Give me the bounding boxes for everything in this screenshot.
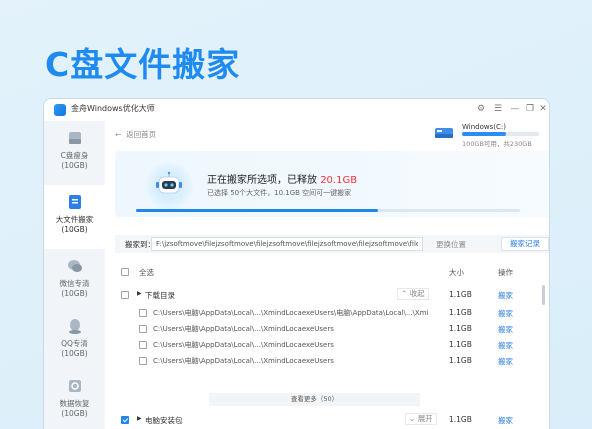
- back-label: 返回首页: [126, 130, 157, 139]
- app-window: 金舟Windows优化大师 ⚙ ☰ — ❐ ✕ C盘瘦身 (10GB) 大文件搬…: [43, 98, 550, 429]
- file-checkbox[interactable]: [139, 341, 147, 349]
- disk-info: 100GB可用，共230GB: [462, 140, 532, 148]
- wechat-clean-icon: [67, 260, 82, 272]
- status-subtext: 已选择 50个大文件，10.1GB 空间可一键搬家: [207, 189, 352, 197]
- move-progress-fill: [136, 209, 378, 212]
- file-checkbox[interactable]: [139, 325, 147, 333]
- sidebar: C盘瘦身 (10GB) 大文件搬家 (10GB) 微信专清 (10GB) QQ专…: [44, 121, 105, 429]
- move-button[interactable]: 搬家: [498, 308, 513, 319]
- sidebar-item-sub: (10GB): [61, 289, 88, 298]
- sidebar-item-label: 数据恢复: [59, 399, 90, 408]
- file-size: 1.1GB: [449, 308, 472, 317]
- file-row: C:\Users\电脑\AppData\Local\...\XmindLocae…: [115, 337, 549, 353]
- file-path: C:\Users\电脑\AppData\Local\...\XmindLocae…: [153, 309, 429, 317]
- freed-amount: 20.1GB: [320, 175, 358, 186]
- app-logo-icon: [54, 104, 66, 116]
- group-size: 1.1GB: [449, 290, 472, 299]
- file-row: C:\Users\电脑\AppData\Local\...\XmindLocae…: [115, 353, 549, 369]
- file-path: C:\Users\电脑\AppData\Local\...\XmindLocae…: [153, 325, 334, 333]
- robot-icon: [156, 171, 182, 194]
- sidebar-item-sub: (10GB): [61, 161, 88, 170]
- expand-toggle[interactable]: ⌄ 展开: [405, 413, 437, 425]
- file-size: 1.1GB: [449, 356, 472, 365]
- move-button[interactable]: 搬家: [498, 324, 513, 335]
- disk-name: Windows(C:): [462, 123, 506, 131]
- chevron-down-icon: ⌄: [409, 414, 416, 423]
- group-row: ▶ 下载目录 ⌃ 收起 1.1GB 搬家: [115, 287, 549, 303]
- chevron-up-icon: ⌃: [401, 289, 408, 298]
- select-all-label: 全选: [139, 268, 154, 277]
- back-link[interactable]: ← 返回首页: [115, 129, 156, 140]
- group-checkbox[interactable]: [121, 416, 129, 424]
- restore-icon[interactable]: ❐: [523, 102, 537, 116]
- disk-usage-fill: [462, 132, 506, 136]
- move-button[interactable]: 搬家: [498, 415, 513, 426]
- disk-usage-bar: [462, 132, 539, 136]
- scrollbar-thumb[interactable]: [542, 285, 545, 305]
- file-size: 1.1GB: [449, 324, 472, 333]
- toggle-label: 收起: [409, 289, 425, 298]
- table-header: 全选 大小 操作: [115, 265, 549, 279]
- menu-icon[interactable]: ☰: [491, 102, 505, 116]
- group-size: 1.1GB: [449, 415, 472, 424]
- minimize-icon[interactable]: —: [508, 102, 522, 116]
- sidebar-item-c-slim[interactable]: C盘瘦身 (10GB): [44, 121, 105, 185]
- scrollbar[interactable]: [542, 285, 545, 429]
- gear-icon[interactable]: ⚙: [474, 102, 488, 116]
- sidebar-item-data-recovery[interactable]: 数据恢复 (10GB): [44, 369, 105, 429]
- move-button[interactable]: 搬家: [498, 340, 513, 351]
- sidebar-item-big-file-move[interactable]: 大文件搬家 (10GB): [44, 185, 105, 249]
- group-name: 下载目录: [145, 291, 175, 300]
- destination-bar: 搬家到： 更换位置 搬家记录: [115, 235, 549, 253]
- main-panel: ← 返回首页 Windows(C:) 100GB可用，共230GB 正在搬家所选…: [105, 121, 549, 429]
- load-more-button[interactable]: 查看更多（50）: [209, 393, 420, 406]
- title-bar: 金舟Windows优化大师 ⚙ ☰ — ❐ ✕: [44, 99, 549, 121]
- sidebar-item-label: 大文件搬家: [55, 215, 94, 224]
- file-size: 1.1GB: [449, 340, 472, 349]
- status-card: 正在搬家所选项，已释放 20.1GB 已选择 50个大文件，10.1GB 空间可…: [115, 151, 549, 217]
- destination-path-input[interactable]: [151, 237, 423, 251]
- sidebar-item-label: QQ专清: [61, 339, 88, 348]
- sidebar-item-label: 微信专清: [59, 279, 90, 288]
- file-row: C:\Users\电脑\AppData\Local\...\XmindLocae…: [115, 321, 549, 337]
- file-row: C:\Users\电脑\AppData\Local\...\XmindLocae…: [115, 305, 549, 321]
- change-location-button[interactable]: 更换位置: [436, 239, 466, 250]
- app-name: 金舟Windows优化大师: [71, 104, 155, 113]
- sidebar-item-sub: (10GB): [61, 409, 88, 418]
- sidebar-item-sub: (10GB): [61, 225, 88, 234]
- move-button[interactable]: 搬家: [498, 356, 513, 367]
- toggle-label: 展开: [417, 414, 433, 423]
- move-button[interactable]: 搬家: [498, 290, 513, 301]
- arrow-left-icon: ←: [115, 130, 122, 139]
- qq-clean-icon: [68, 319, 81, 334]
- disk-slim-icon: [68, 132, 81, 144]
- group-checkbox[interactable]: [121, 291, 129, 299]
- status-prefix: 正在搬家所选项，已释放: [207, 175, 321, 186]
- select-all-checkbox[interactable]: [121, 268, 129, 276]
- sidebar-item-label: C盘瘦身: [60, 151, 89, 160]
- sidebar-item-qq-clean[interactable]: QQ专清 (10GB): [44, 309, 105, 373]
- banner-title: C盘文件搬家: [45, 45, 241, 84]
- sidebar-item-wechat-clean[interactable]: 微信专清 (10GB): [44, 249, 105, 313]
- col-size-header: 大小: [449, 268, 464, 277]
- collapse-toggle[interactable]: ⌃ 收起: [397, 288, 429, 300]
- close-icon[interactable]: ✕: [536, 102, 549, 116]
- caret-right-icon[interactable]: ▶: [137, 415, 142, 422]
- caret-right-icon[interactable]: ▶: [137, 290, 142, 297]
- file-path: C:\Users\电脑\AppData\Local\...\XmindLocae…: [153, 341, 334, 349]
- file-path: C:\Users\电脑\AppData\Local\...\XmindLocae…: [153, 357, 334, 365]
- sidebar-item-sub: (10GB): [61, 349, 88, 358]
- group-name: 电脑安装包: [145, 416, 183, 425]
- big-file-move-icon: [68, 195, 81, 209]
- file-checkbox[interactable]: [139, 357, 147, 365]
- hard-drive-icon: [435, 128, 453, 138]
- col-action-header: 操作: [498, 268, 513, 277]
- status-line: 正在搬家所选项，已释放 20.1GB: [207, 171, 357, 186]
- data-recovery-icon: [68, 380, 81, 392]
- move-progress-bar: [136, 209, 520, 212]
- file-checkbox[interactable]: [139, 309, 147, 317]
- group-row: ▶ 电脑安装包 ⌄ 展开 1.1GB 搬家: [115, 412, 549, 428]
- move-history-button[interactable]: 搬家记录: [501, 237, 549, 251]
